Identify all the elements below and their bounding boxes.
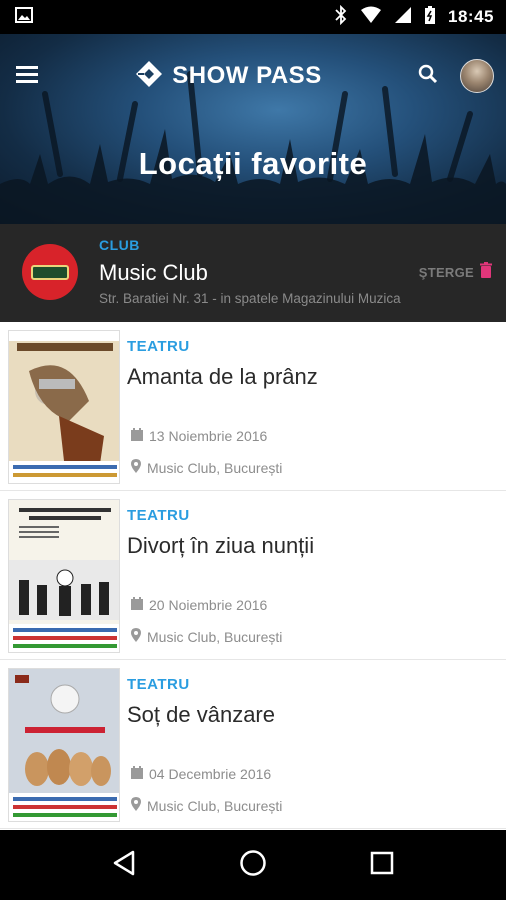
toolbar: SHOW PASS [0, 34, 506, 118]
list-item[interactable]: TEATRU Soț de vânzare 04 Decembrie 2016 … [0, 660, 506, 829]
list-item[interactable]: TEATRU Amanta de la prânz 13 Noiembrie 2… [0, 322, 506, 491]
status-bar: 18:45 [0, 0, 506, 34]
venue-name: Music Club [99, 260, 208, 285]
list-item[interactable]: TEATRU Divorț în ziua nunții 20 Noiembri… [0, 491, 506, 660]
venue-logo [22, 244, 78, 300]
home-icon[interactable] [239, 849, 267, 882]
delete-button[interactable]: ŞTERGE [419, 262, 492, 283]
event-category: TEATRU [127, 338, 190, 355]
show-pass-logo: SHOW PASS [134, 59, 321, 94]
event-poster [8, 668, 120, 822]
event-category: TEATRU [127, 507, 190, 524]
event-location: Music Club, București [131, 459, 282, 476]
venue-address: Str. Baratiei Nr. 31 - in spatele Magazi… [99, 291, 401, 306]
event-location: Music Club, București [131, 797, 282, 814]
event-location-text: Music Club, București [147, 459, 283, 476]
battery-icon [424, 5, 436, 30]
search-icon[interactable] [418, 64, 438, 89]
location-pin-icon [131, 797, 141, 814]
hero-header: SHOW PASS Locații favorite [0, 34, 506, 224]
event-date-text: 13 Noiembrie 2016 [149, 428, 268, 444]
trash-icon [480, 262, 492, 283]
event-category: TEATRU [127, 676, 190, 693]
location-pin-icon [131, 628, 141, 645]
page-title: Locații favorite [138, 146, 368, 181]
event-location: Music Club, București [131, 628, 282, 645]
event-title: Soț de vânzare [127, 702, 275, 727]
event-poster [8, 330, 120, 484]
favorite-venue-card[interactable]: CLUB Music Club Str. Baratiei Nr. 31 - i… [0, 224, 506, 322]
signal-icon [394, 6, 412, 29]
calendar-icon [131, 428, 143, 444]
event-date: 04 Decembrie 2016 [131, 766, 271, 782]
clock: 18:45 [448, 7, 494, 26]
event-date-text: 04 Decembrie 2016 [149, 766, 272, 782]
event-date: 20 Noiembrie 2016 [131, 597, 267, 613]
brand-name: SHOW PASS [172, 62, 322, 89]
calendar-icon [131, 597, 143, 613]
navigation-bar [0, 830, 506, 900]
event-title: Divorț în ziua nunții [127, 533, 315, 558]
venue-category: CLUB [99, 237, 140, 253]
event-location-text: Music Club, București [147, 797, 283, 814]
event-date: 13 Noiembrie 2016 [131, 428, 267, 444]
back-icon[interactable] [112, 850, 136, 881]
calendar-icon [131, 766, 143, 782]
user-avatar[interactable] [460, 59, 494, 93]
event-poster [8, 499, 120, 653]
delete-label: ŞTERGE [418, 265, 474, 280]
event-date-text: 20 Noiembrie 2016 [149, 597, 268, 613]
event-title: Amanta de la prânz [127, 364, 318, 389]
wifi-icon [360, 6, 382, 29]
recents-icon[interactable] [370, 851, 394, 880]
events-list: TEATRU Amanta de la prânz 13 Noiembrie 2… [0, 322, 506, 829]
event-location-text: Music Club, București [147, 628, 283, 645]
location-pin-icon [131, 459, 141, 476]
menu-icon[interactable] [16, 64, 38, 89]
bluetooth-icon [334, 4, 348, 30]
gallery-notification-icon [14, 5, 34, 30]
ticket-logo-icon [134, 59, 164, 94]
